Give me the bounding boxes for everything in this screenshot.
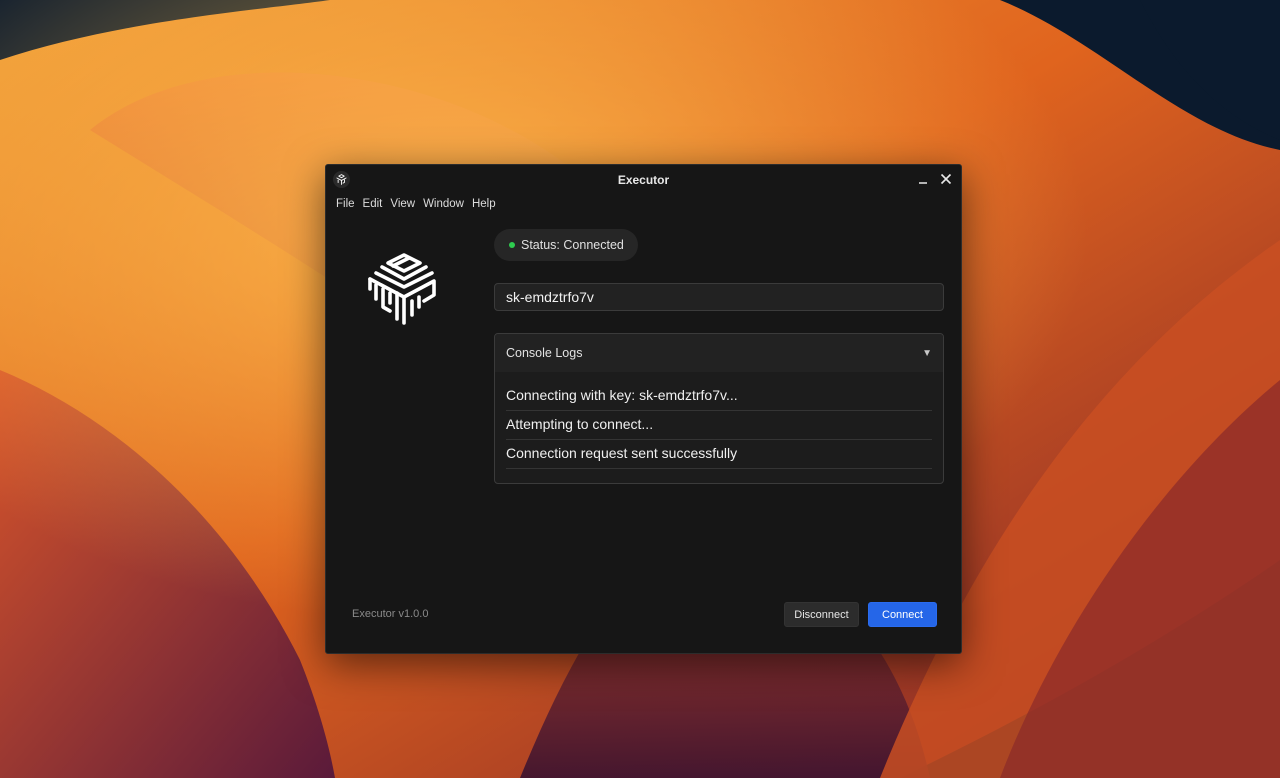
console-logs-toggle[interactable]: Console Logs ▼ <box>495 334 943 372</box>
console-logs-panel: Console Logs ▼ Connecting with key: sk-e… <box>494 333 944 484</box>
version-label: Executor v1.0.0 <box>352 608 429 620</box>
disconnect-button[interactable]: Disconnect <box>784 602 859 627</box>
minimize-icon <box>919 182 927 184</box>
log-list: Connecting with key: sk-emdztrfo7v... At… <box>495 372 943 469</box>
status-dot-icon <box>509 242 515 248</box>
chevron-down-icon: ▼ <box>922 347 932 359</box>
log-line: Attempting to connect... <box>506 411 932 440</box>
menu-edit[interactable]: Edit <box>363 197 383 211</box>
close-icon <box>940 173 952 185</box>
status-badge: Status: Connected <box>494 229 638 261</box>
menu-window[interactable]: Window <box>423 197 464 211</box>
menu-file[interactable]: File <box>336 197 355 211</box>
window-title: Executor <box>617 173 670 187</box>
log-line: Connecting with key: sk-emdztrfo7v... <box>506 382 932 411</box>
status-text: Status: Connected <box>521 238 624 252</box>
minimize-button[interactable] <box>914 170 932 188</box>
close-button[interactable] <box>937 170 955 188</box>
connect-button[interactable]: Connect <box>868 602 937 627</box>
log-line: Connection request sent successfully <box>506 440 932 469</box>
executor-window: Executor File Edit View Window Help Stat… <box>325 164 962 654</box>
console-logs-title: Console Logs <box>506 346 583 360</box>
executor-logo <box>368 253 436 325</box>
menu-help[interactable]: Help <box>472 197 496 211</box>
menu-view[interactable]: View <box>390 197 415 211</box>
api-key-input[interactable] <box>494 283 944 311</box>
menu-bar: File Edit View Window Help <box>336 197 504 211</box>
title-bar[interactable]: Executor <box>326 165 961 195</box>
